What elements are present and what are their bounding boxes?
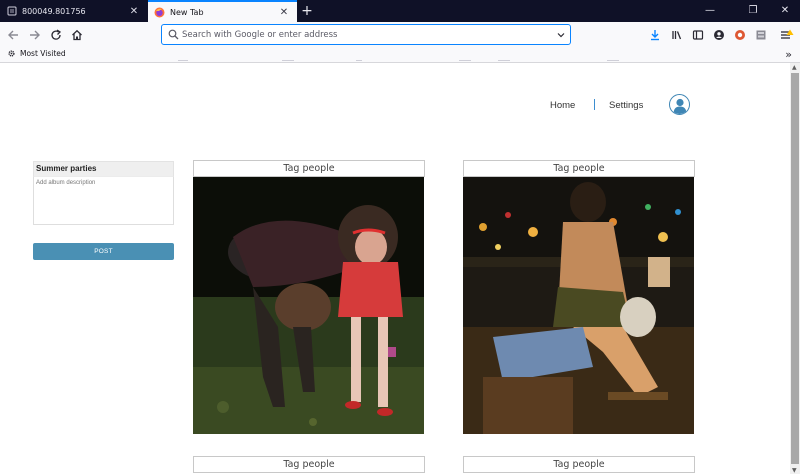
tab-close-icon[interactable]: ✕ — [127, 6, 141, 17]
home-button[interactable] — [68, 26, 86, 43]
window-close-button[interactable]: ✕ — [770, 0, 800, 22]
minimize-button[interactable]: — — [695, 0, 725, 22]
post-button[interactable]: POST — [33, 243, 174, 260]
sidebar-button[interactable] — [689, 26, 707, 43]
bookmark-most-visited[interactable]: Most Visited — [7, 49, 66, 58]
nav-settings-link[interactable]: Settings — [609, 100, 643, 111]
scroll-down-icon[interactable]: ▼ — [792, 467, 797, 474]
photo-image[interactable] — [463, 177, 694, 434]
divider — [498, 60, 510, 61]
account-icon — [714, 29, 724, 40]
divider — [178, 60, 188, 61]
hamburger-menu-icon — [781, 29, 794, 39]
album-description-input[interactable] — [33, 176, 174, 225]
nav-home-link[interactable]: Home — [550, 100, 575, 111]
library-button[interactable] — [668, 26, 686, 43]
library-icon — [672, 30, 682, 39]
divider — [459, 60, 471, 61]
scroll-thumb[interactable] — [791, 73, 799, 464]
duckduckgo-icon — [735, 29, 745, 40]
album-form: Summer parties — [33, 161, 174, 225]
restore-button[interactable]: ❐ — [738, 0, 768, 22]
photo-card: Tag people — [193, 160, 425, 434]
divider — [282, 60, 294, 61]
forward-button[interactable] — [26, 26, 44, 43]
home-icon — [72, 29, 82, 40]
tag-people-button[interactable]: Tag people — [463, 160, 695, 177]
address-input[interactable] — [182, 25, 552, 44]
extension-icon — [756, 30, 766, 39]
search-icon — [164, 29, 182, 40]
photo-card: Tag people — [463, 456, 695, 473]
firefox-icon — [154, 7, 165, 18]
forward-arrow-icon — [30, 30, 40, 39]
tab-close-icon[interactable]: ✕ — [277, 7, 291, 18]
tag-people-button[interactable]: Tag people — [463, 456, 695, 473]
address-bar[interactable] — [161, 24, 571, 45]
nav-divider — [594, 99, 595, 110]
photo-image[interactable] — [193, 177, 424, 434]
browser-tab-active[interactable]: New Tab ✕ — [148, 0, 297, 22]
bookmarks-toolbar: Most Visited » — [0, 47, 800, 63]
sidebar-icon — [692, 29, 704, 40]
new-tab-button[interactable]: + — [298, 0, 316, 22]
scroll-up-icon[interactable]: ▲ — [792, 64, 797, 71]
photo-card: Tag people — [193, 456, 425, 473]
reload-icon — [51, 28, 62, 40]
chevron-down-icon[interactable] — [552, 30, 570, 40]
bookmarks-overflow-icon[interactable]: » — [785, 47, 792, 63]
back-arrow-icon — [8, 30, 18, 39]
user-icon — [673, 98, 686, 114]
account-button[interactable] — [710, 26, 728, 43]
duckduckgo-button[interactable] — [731, 26, 749, 43]
reload-button[interactable] — [47, 26, 65, 43]
browser-tab[interactable]: 800049.801756 ✕ — [0, 0, 147, 22]
tab-title: 800049.801756 — [22, 6, 86, 16]
divider — [607, 60, 619, 61]
page-viewport: Home Settings Summer parties POST Tag pe… — [0, 63, 790, 474]
download-icon — [651, 29, 659, 40]
back-button[interactable] — [4, 26, 22, 43]
menu-button[interactable] — [778, 26, 796, 43]
tab-strip: 800049.801756 ✕ New Tab ✕ + — ❐ ✕ — [0, 0, 800, 22]
tab-title: New Tab — [170, 7, 204, 17]
divider — [356, 60, 362, 61]
bookmark-label: Most Visited — [20, 49, 66, 58]
vertical-scrollbar[interactable]: ▲ ▼ — [790, 63, 800, 474]
gear-icon — [7, 49, 16, 58]
photo-card: Tag people — [463, 160, 695, 434]
navigation-toolbar — [0, 22, 800, 47]
downloads-button[interactable] — [646, 26, 664, 43]
profile-avatar[interactable] — [669, 94, 690, 115]
tag-people-button[interactable]: Tag people — [193, 160, 425, 177]
album-title: Summer parties — [33, 161, 174, 176]
tag-people-button[interactable]: Tag people — [193, 456, 425, 473]
page-icon — [6, 6, 17, 17]
extension-button[interactable] — [752, 26, 770, 43]
